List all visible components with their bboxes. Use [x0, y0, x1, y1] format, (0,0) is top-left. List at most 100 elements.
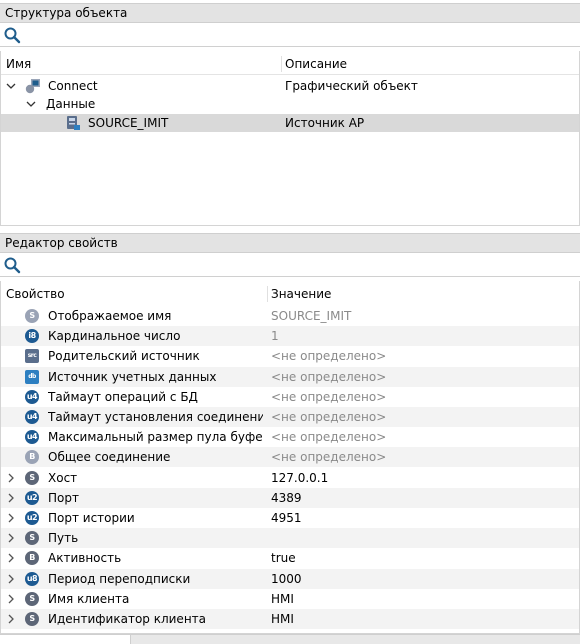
- property-name: Путь: [48, 531, 79, 546]
- properties-panel-header: Редактор свойств: [0, 233, 580, 253]
- property-type-icon: db: [25, 369, 39, 384]
- structure-tree: Имя Описание Connect Графический объект …: [0, 51, 580, 226]
- tree-item-label: Данные: [46, 97, 96, 111]
- property-value[interactable]: <не определено>: [271, 447, 576, 467]
- property-row[interactable]: src Родительский источник <не определено>: [1, 346, 579, 366]
- property-name: Кардинальное число: [48, 329, 181, 344]
- chevron-right-icon[interactable]: [6, 589, 16, 609]
- property-type-icon: src: [25, 349, 39, 364]
- property-row[interactable]: u4 Максимальный размер пула буферов <не оп…: [1, 427, 579, 447]
- tree-item-label: SOURCE_IMIT: [88, 116, 169, 130]
- property-name: Таймаут установления соединения с ...: [48, 410, 263, 424]
- chevron-right-icon[interactable]: [6, 569, 16, 589]
- properties-rows: S Отображаемое имя SOURCE_IMIT i8 Кардинальн…: [1, 306, 579, 634]
- property-type-icon: u2: [25, 511, 39, 525]
- property-name: Имя клиента: [48, 591, 130, 606]
- property-type-icon: u8: [25, 571, 39, 586]
- chevron-right-icon[interactable]: [6, 468, 16, 488]
- bottom-tab-strip: [0, 634, 580, 644]
- tree-item-data[interactable]: Данные: [1, 95, 579, 113]
- chevron-right-icon[interactable]: [6, 528, 16, 548]
- tree-item-description: Графический объект: [285, 79, 418, 93]
- property-value[interactable]: 127.0.0.1: [271, 468, 576, 488]
- property-name: Идентификатор клиента: [48, 612, 207, 626]
- property-row[interactable]: S Имя клиента HMI: [1, 589, 579, 609]
- property-name: Порт истории: [48, 511, 135, 525]
- properties-panel-title: Редактор свойств: [5, 236, 118, 250]
- property-row[interactable]: B Активность true: [1, 548, 579, 568]
- property-type-icon: S: [25, 591, 39, 606]
- property-name: Источник учетных данных: [48, 369, 217, 384]
- property-row[interactable]: db Источник учетных данных <не определено>: [1, 366, 579, 387]
- chevron-right-icon[interactable]: [6, 488, 16, 508]
- bottom-tab[interactable]: [0, 635, 131, 644]
- property-value[interactable]: 4389: [271, 488, 576, 508]
- column-separator[interactable]: [281, 56, 282, 72]
- property-value[interactable]: true: [271, 548, 576, 568]
- property-row[interactable]: S Отображаемое имя SOURCE_IMIT: [1, 306, 579, 326]
- properties-search-bar: [0, 253, 580, 277]
- property-row[interactable]: S Идентификатор клиента HMI: [1, 609, 579, 629]
- column-header-name[interactable]: Имя: [6, 54, 31, 74]
- properties-grid: Свойство Значение S Отображаемое имя SOURC…: [0, 281, 580, 634]
- chevron-right-icon[interactable]: [6, 508, 16, 528]
- graphic-object-icon: [25, 78, 41, 94]
- tree-item-label: Connect: [48, 79, 98, 93]
- search-icon[interactable]: [3, 256, 21, 274]
- column-separator[interactable]: [267, 286, 268, 302]
- property-row[interactable]: u8 Период переподписки 1000: [1, 568, 579, 589]
- property-type-icon: S: [25, 531, 39, 546]
- property-value[interactable]: <не определено>: [271, 367, 576, 387]
- property-row[interactable]: B Общее соединение <не определено>: [1, 447, 579, 468]
- property-row[interactable]: u2 Порт 4389: [1, 487, 579, 508]
- column-header-property[interactable]: Свойство: [6, 284, 65, 304]
- tree-item-connect[interactable]: Connect Графический объект: [1, 77, 579, 95]
- tree-item-description: Источник АР: [285, 116, 365, 130]
- property-value[interactable]: HMI: [271, 609, 576, 629]
- chevron-right-icon[interactable]: [6, 609, 16, 629]
- search-icon[interactable]: [3, 26, 21, 44]
- properties-column-headers: Свойство Значение: [1, 284, 579, 304]
- property-name: Общее соединение: [48, 450, 171, 465]
- property-row[interactable]: S Путь: [1, 528, 579, 549]
- structure-panel-header: Структура объекта: [0, 3, 580, 23]
- property-value[interactable]: <не определено>: [271, 346, 576, 366]
- property-row[interactable]: i8 Кардинальное число 1: [1, 326, 579, 347]
- structure-column-headers: Имя Описание: [1, 54, 579, 75]
- property-name: Активность: [48, 551, 122, 566]
- property-type-icon: S: [25, 470, 39, 485]
- property-type-icon: S: [25, 309, 39, 323]
- property-row[interactable]: u4 Таймаут операций с БД <не определено>: [1, 387, 579, 407]
- property-type-icon: i8: [25, 329, 39, 344]
- property-type-icon: u2: [25, 490, 39, 505]
- property-value[interactable]: HMI: [271, 589, 576, 609]
- chevron-down-icon[interactable]: [26, 95, 36, 113]
- column-header-description[interactable]: Описание: [285, 54, 347, 74]
- property-type-icon: u4: [25, 389, 39, 404]
- properties-search-input[interactable]: [24, 255, 578, 275]
- property-type-icon: u4: [25, 430, 39, 445]
- column-header-value[interactable]: Значение: [271, 284, 331, 304]
- property-name: Порт: [48, 490, 79, 505]
- property-name: Период переподписки: [48, 571, 191, 586]
- tree-item-source-imit[interactable]: SOURCE_IMIT Источник АР: [1, 114, 579, 132]
- property-type-icon: S: [25, 612, 39, 626]
- property-row[interactable]: S Хост 127.0.0.1: [1, 468, 579, 488]
- property-row[interactable]: u4 Таймаут установления соединения с ... <…: [1, 407, 579, 427]
- property-value[interactable]: 1000: [271, 569, 576, 589]
- chevron-down-icon[interactable]: [6, 77, 16, 95]
- property-value[interactable]: 4951: [271, 508, 576, 528]
- property-value[interactable]: <не определено>: [271, 387, 576, 407]
- structure-search-input[interactable]: [24, 25, 578, 45]
- structure-panel-title: Структура объекта: [5, 6, 128, 20]
- chevron-right-icon[interactable]: [6, 548, 16, 568]
- property-value[interactable]: 1: [271, 326, 576, 346]
- property-value[interactable]: SOURCE_IMIT: [271, 306, 576, 326]
- property-type-icon: B: [25, 450, 39, 465]
- property-name: Таймаут операций с БД: [48, 389, 198, 404]
- property-type-icon: B: [25, 551, 39, 566]
- property-value[interactable]: <не определено>: [271, 407, 576, 427]
- property-row[interactable]: u2 Порт истории 4951: [1, 508, 579, 528]
- property-name: Максимальный размер пула буферов: [48, 430, 263, 445]
- property-value[interactable]: <не определено>: [271, 427, 576, 447]
